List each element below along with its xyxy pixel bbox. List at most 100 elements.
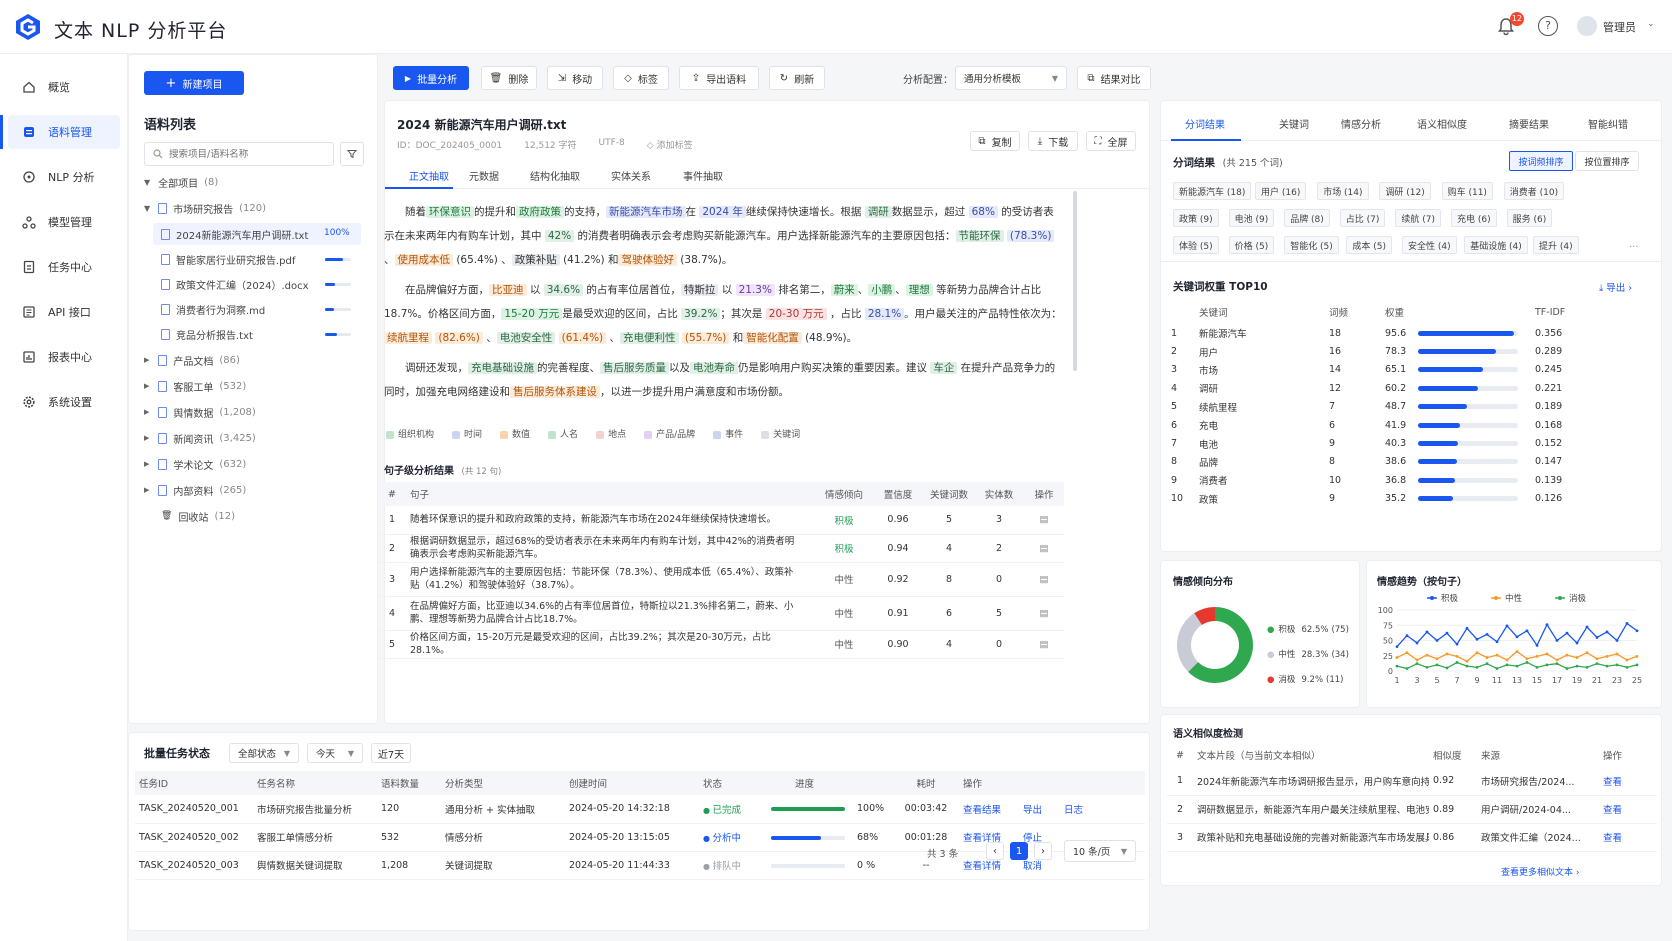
view-link[interactable]: 查看 (1599, 823, 1657, 852)
chevron-right-icon[interactable]: ▶ (144, 434, 149, 442)
segment-tag[interactable]: 调研 (12) (1379, 182, 1431, 200)
segment-tag[interactable]: 提升 (4) (1533, 236, 1579, 254)
help-icon[interactable]: ? (1538, 16, 1558, 36)
segment-tag[interactable]: 成本 (5) (1346, 236, 1393, 254)
chevron-down-icon[interactable]: ▼ (144, 178, 150, 187)
segment-tag[interactable]: 市场 (14) (1317, 182, 1369, 200)
tab-correction[interactable]: 智能纠错 (1588, 116, 1628, 131)
tab-structured[interactable]: 结构化抽取 (530, 168, 580, 183)
tab-events[interactable]: 事件抽取 (683, 168, 723, 183)
chevron-down-icon[interactable]: ▼ (144, 204, 150, 213)
segment-tag[interactable]: 基础设施 (4) (1464, 236, 1528, 254)
segment-tag[interactable]: 续航 (7) (1395, 209, 1442, 227)
new-project-button[interactable]: + 新建项目 (144, 71, 244, 95)
download-button[interactable]: ⤓ 下载 (1028, 131, 1078, 151)
more-tags-indicator[interactable]: ... (1629, 239, 1639, 250)
task-action-link[interactable]: 日志 (1064, 805, 1083, 816)
user-name[interactable]: 管理员 (1603, 19, 1636, 35)
nav-item-reports[interactable]: 报表中心 (8, 340, 120, 374)
tree-all-projects[interactable]: ▼ 全部项目 (8) (144, 171, 218, 193)
view-detail-icon[interactable]: ▤ (1024, 596, 1064, 631)
user-avatar[interactable] (1577, 16, 1597, 36)
tree-folder-group[interactable]: ▶ 学术论文 (632) (144, 453, 246, 475)
nav-item-models[interactable]: 模型管理 (8, 205, 120, 239)
segment-tag[interactable]: 消费者 (10) (1503, 182, 1565, 200)
compare-results-button[interactable]: ⧉ 结果对比 (1077, 66, 1151, 90)
tab-metadata[interactable]: 元数据 (469, 168, 499, 183)
tab-keywords[interactable]: 关键词 (1279, 116, 1309, 131)
segment-tag[interactable]: 智能化 (5) (1284, 236, 1339, 254)
task-action-link[interactable]: 查看结果 (963, 805, 1001, 816)
corpus-search-input[interactable] (169, 148, 329, 160)
tab-text-extraction[interactable]: 正文抽取 (409, 168, 449, 183)
segment-tag[interactable]: 购车 (11) (1441, 182, 1493, 200)
document-scrollbar[interactable] (1073, 191, 1077, 371)
chevron-down-icon[interactable]: ⌄ (1647, 19, 1655, 29)
view-link[interactable]: 查看 (1599, 767, 1657, 796)
tree-folder-market[interactable]: ▼ 市场研究报告 (120) (144, 197, 266, 219)
segment-tag[interactable]: 价格 (5) (1228, 236, 1275, 254)
chevron-right-icon[interactable]: ▶ (144, 356, 149, 364)
prev-page-button[interactable]: ‹ (986, 842, 1004, 860)
status-filter-select[interactable]: 全部状态 ▼ (229, 743, 299, 763)
view-detail-icon[interactable]: ▤ (1024, 534, 1064, 563)
batch-analyze-button[interactable]: ▶ 批量分析 (393, 66, 469, 90)
segment-tag[interactable]: 政策 (9) (1173, 209, 1219, 227)
sort-by-position-button[interactable]: 按位置排序 (1575, 151, 1639, 171)
segment-tag[interactable]: 充电 (6) (1451, 209, 1497, 227)
tree-folder-group[interactable]: ▶ 产品文档 (86) (144, 349, 240, 371)
segment-tag[interactable]: 安全性 (4) (1402, 236, 1457, 254)
last-7-days-button[interactable]: 近7天 (371, 743, 411, 763)
sort-by-frequency-button[interactable]: 按词频排序 (1509, 151, 1573, 171)
tab-sentiment[interactable]: 情感分析 (1341, 116, 1381, 131)
view-detail-icon[interactable]: ▤ (1024, 506, 1064, 535)
segment-tag[interactable]: 电池 (9) (1228, 209, 1275, 227)
page-size-select[interactable]: 10 条/页 ▼ (1064, 840, 1136, 862)
segment-tag[interactable]: 服务 (6) (1506, 209, 1553, 227)
filter-button[interactable] (340, 142, 364, 166)
task-action-link[interactable]: 导出 (1023, 805, 1042, 816)
export-corpus-button[interactable]: ⇪ 导出语料 (679, 66, 759, 90)
segment-tag[interactable]: 占比 (7) (1339, 209, 1386, 227)
nav-item-overview[interactable]: 概览 (8, 70, 120, 104)
chevron-right-icon[interactable]: ▶ (144, 486, 149, 494)
segment-tag[interactable]: 新能源汽车 (18) (1173, 182, 1252, 200)
move-button[interactable]: ⇲ 移动 (547, 66, 603, 90)
export-keywords-link[interactable]: ⤓ 导出 › (1599, 280, 1632, 294)
day-filter-select[interactable]: 今天 ▼ (307, 743, 363, 763)
config-select[interactable]: 通用分析模板 ▼ (955, 66, 1067, 90)
tab-similarity[interactable]: 语义相似度 (1417, 116, 1467, 131)
chevron-right-icon[interactable]: ▶ (144, 382, 149, 390)
tag-button[interactable]: ◇ 标签 (613, 66, 669, 90)
chevron-right-icon[interactable]: ▶ (144, 408, 149, 416)
view-detail-icon[interactable]: ▤ (1024, 630, 1064, 659)
tree-trash[interactable]: 🗑 回收站 (12) (161, 505, 235, 527)
delete-button[interactable]: 🗑 删除 (481, 66, 537, 90)
task-action-link[interactable]: 查看详情 (963, 861, 1001, 872)
copy-button[interactable]: ⧉ 复制 (970, 131, 1020, 151)
add-tag-link[interactable]: ◇ 添加标签 (647, 138, 693, 151)
segment-tag[interactable]: 用户 (16) (1255, 182, 1307, 200)
tree-folder-group[interactable]: ▶ 新闻资讯 (3,425) (144, 427, 256, 449)
tab-summary[interactable]: 摘要结果 (1509, 116, 1549, 131)
nav-item-api[interactable]: API 接口 (8, 295, 120, 329)
nav-item-tasks[interactable]: 任务中心 (8, 250, 120, 284)
chevron-right-icon[interactable]: ▶ (144, 460, 149, 468)
tree-folder-group[interactable]: ▶ 舆情数据 (1,208) (144, 401, 256, 423)
tree-folder-group[interactable]: ▶ 客服工单 (532) (144, 375, 246, 397)
current-page-button[interactable]: 1 (1010, 842, 1028, 860)
view-link[interactable]: 查看 (1599, 795, 1657, 824)
next-page-button[interactable]: › (1034, 842, 1052, 860)
refresh-button[interactable]: ↻ 刷新 (769, 66, 825, 90)
segment-tag[interactable]: 体验 (5) (1173, 236, 1219, 254)
segment-tag[interactable]: 品牌 (8) (1284, 209, 1330, 227)
view-detail-icon[interactable]: ▤ (1024, 562, 1064, 597)
tree-folder-group[interactable]: ▶ 内部资料 (265) (144, 479, 246, 501)
tab-relations[interactable]: 实体关系 (611, 168, 651, 183)
tab-segmentation[interactable]: 分词结果 (1185, 116, 1225, 131)
corpus-search-box[interactable] (144, 142, 334, 166)
nav-item-corpus[interactable]: 语料管理 (0, 115, 120, 149)
nav-item-settings[interactable]: 系统设置 (8, 385, 120, 419)
more-similar-link[interactable]: 查看更多相似文本 › (1501, 865, 1579, 878)
task-action-link[interactable]: 取消 (1023, 861, 1042, 872)
